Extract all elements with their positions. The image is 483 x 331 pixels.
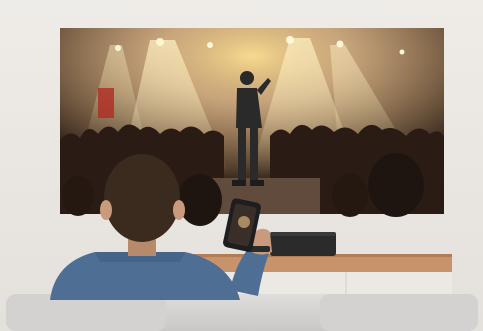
spotlight [399, 49, 405, 55]
scene-illustration [0, 0, 483, 331]
spotlight [115, 45, 121, 51]
red-stage-light [98, 88, 114, 118]
spotlight [207, 42, 213, 48]
projector-device [270, 232, 336, 256]
spotlight [286, 36, 294, 44]
spotlight [156, 38, 164, 46]
photo-scene [0, 0, 483, 331]
spotlight [336, 40, 344, 48]
crowd-head [62, 176, 94, 216]
crowd-head [368, 153, 424, 217]
crowd-head [178, 174, 222, 226]
crowd-head [332, 173, 368, 217]
